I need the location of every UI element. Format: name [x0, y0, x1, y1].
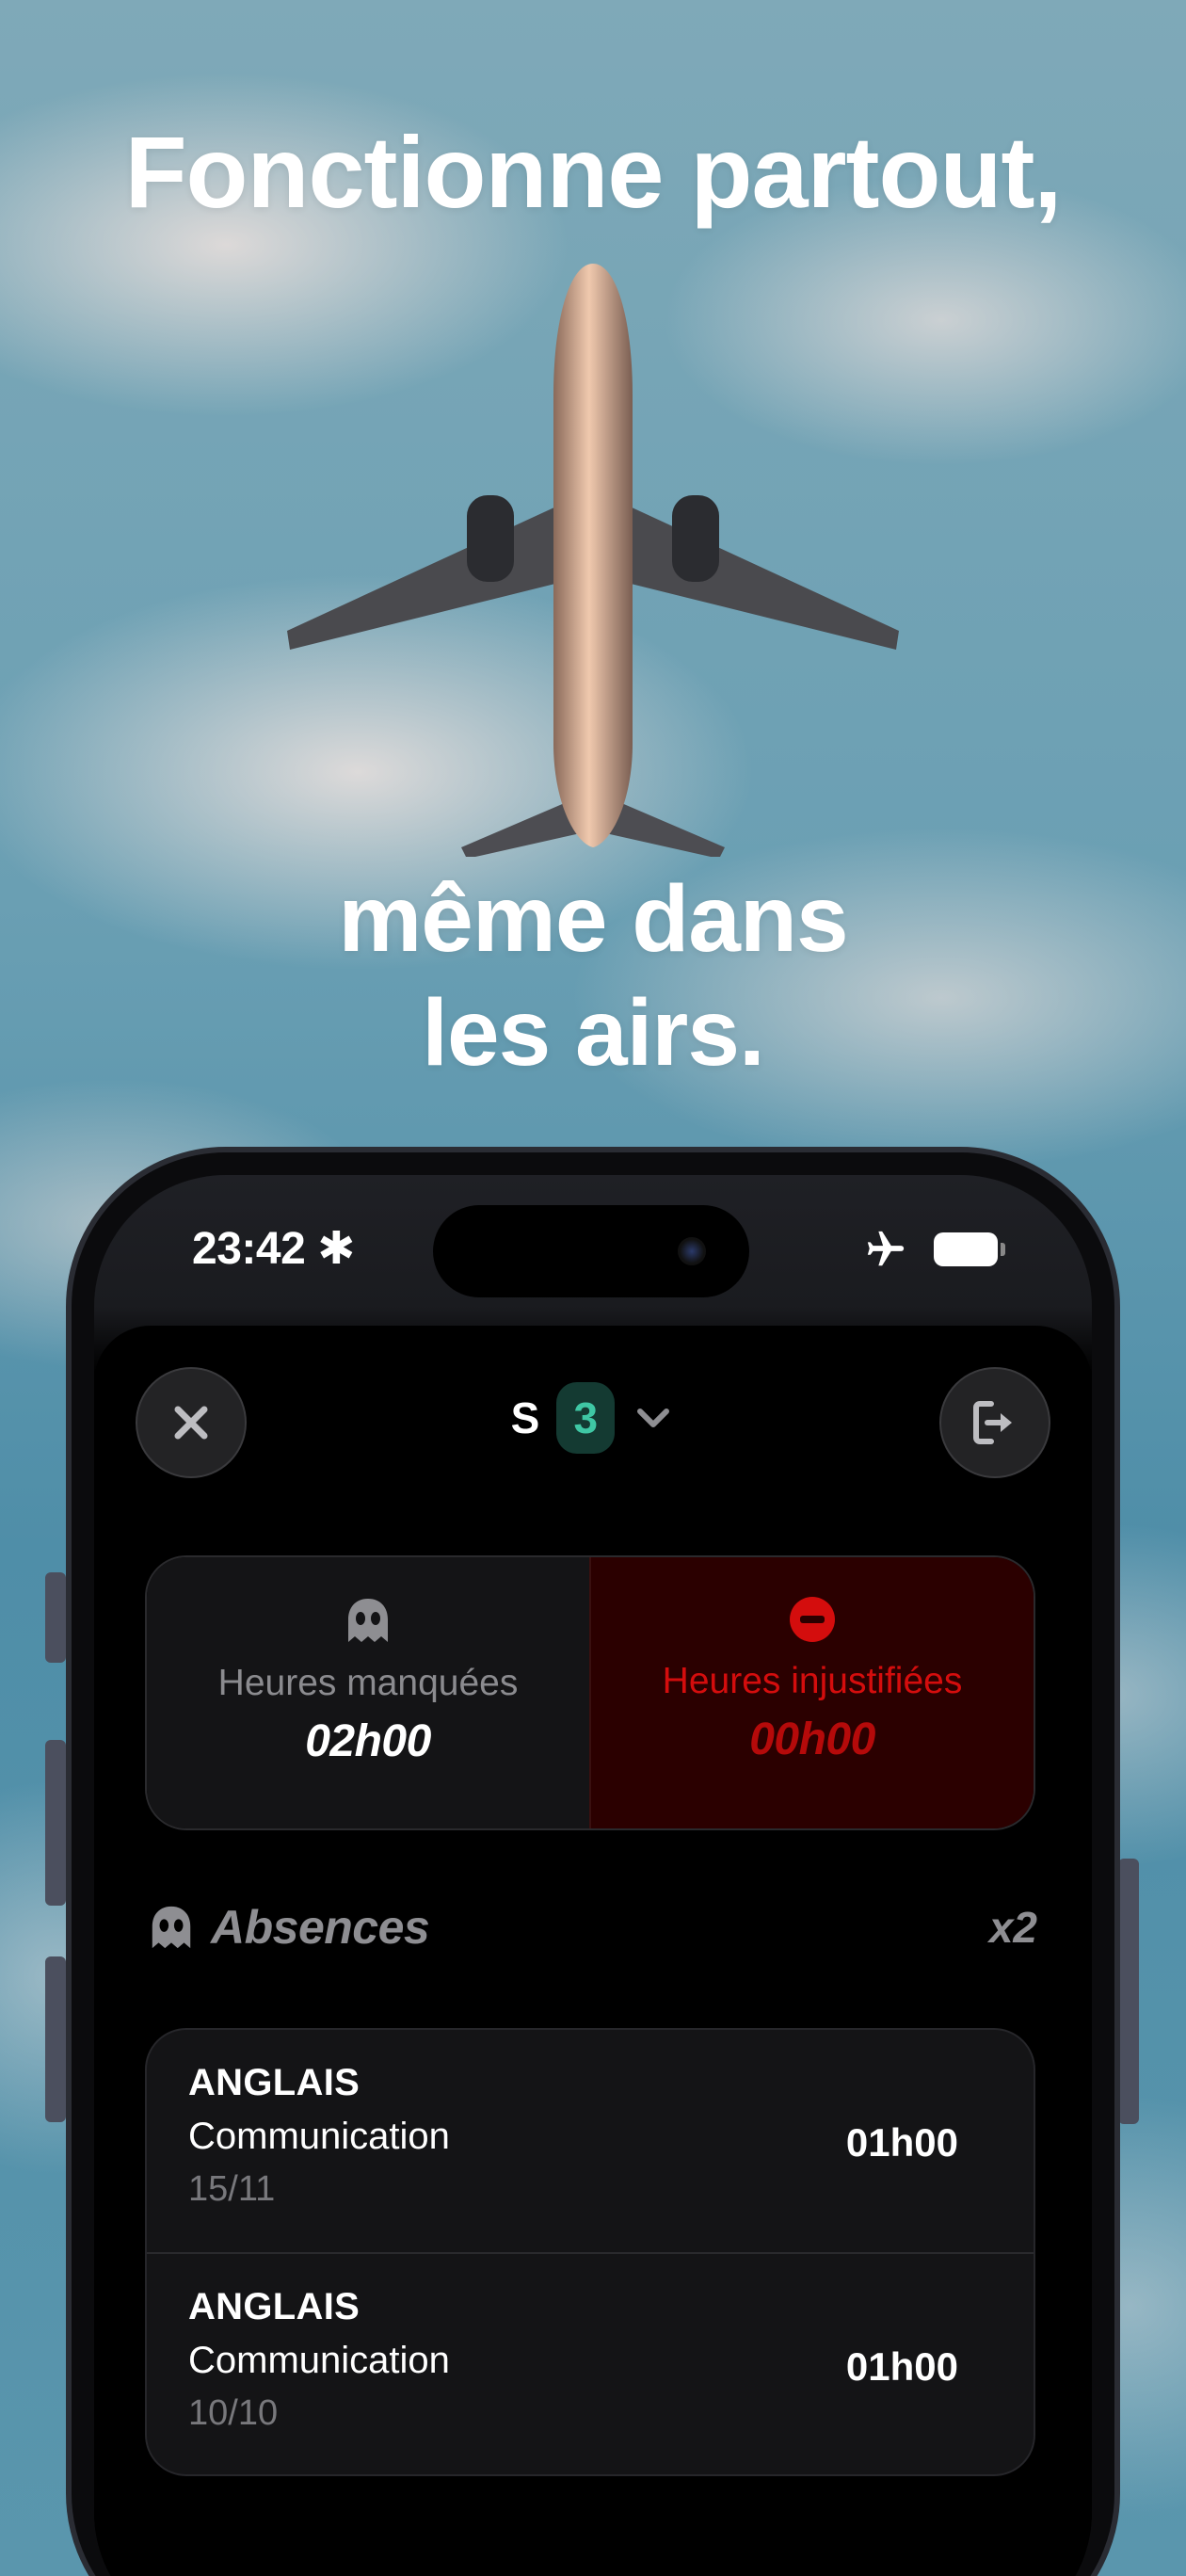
chevron-down-icon [637, 1409, 670, 1427]
semester-number: 3 [556, 1382, 616, 1454]
airplane-illustration [287, 264, 899, 857]
hours-summary: Heures manquées 02h00 Heures injustifiée… [145, 1555, 1035, 1830]
absence-duration: 01h00 [845, 2344, 958, 2389]
absences-app: S 3 Heures manquées 02h00 Heures injusti… [94, 1326, 1092, 2576]
phone-volume-up [45, 1740, 66, 1906]
absences-list: ANGLAIS Communication 15/11 01h00 ANGLAI… [145, 2028, 1035, 2476]
airplane-icon [867, 1231, 905, 1266]
ghost-icon [152, 1906, 191, 1949]
absence-date: 15/11 [188, 2169, 276, 2209]
status-icons [864, 1228, 1005, 1271]
absence-duration: 01h00 [845, 2120, 958, 2165]
list-item[interactable]: ANGLAIS Communication 10/10 01h00 [147, 2252, 1034, 2474]
absence-date: 10/10 [188, 2393, 279, 2433]
absences-title: Absences [211, 1901, 430, 1954]
status-time: 23:42 ✱ [192, 1224, 355, 1274]
semester-prefix: S [510, 1393, 540, 1442]
unjustified-hours-card: Heures injustifiées 00h00 [589, 1557, 1034, 1828]
headline-line-2: même dans [338, 866, 848, 972]
minus-circle-icon [790, 1597, 835, 1642]
absence-subject: ANGLAIS [188, 2286, 361, 2327]
logout-icon [973, 1401, 1012, 1444]
dynamic-island [433, 1205, 749, 1297]
absences-section-header: Absences x2 [147, 1900, 1037, 1955]
missed-hours-value: 02h00 [305, 1716, 431, 1766]
phone-volume-down [45, 1956, 66, 2122]
missed-hours-card: Heures manquées 02h00 [147, 1557, 589, 1828]
list-item[interactable]: ANGLAIS Communication 15/11 01h00 [147, 2030, 1034, 2252]
logout-button[interactable] [939, 1367, 1050, 1478]
ghost-icon [348, 1599, 388, 1642]
absence-subject: ANGLAIS [188, 2062, 361, 2103]
front-camera [678, 1237, 706, 1265]
phone-power-button [1118, 1859, 1139, 2124]
unjustified-hours-value: 00h00 [749, 1715, 875, 1764]
headline-line-3: les airs. [422, 980, 765, 1086]
headline-line-1: Fonctionne partout, [124, 115, 1063, 229]
missed-hours-label: Heures manquées [217, 1663, 519, 1703]
phone-screen: 23:42 ✱ S 3 Heures manquées 02h00 Heures… [94, 1175, 1092, 2576]
phone-silent-switch [45, 1572, 66, 1663]
absences-count: x2 [988, 1903, 1037, 1952]
battery-icon [934, 1232, 1005, 1266]
unjustified-hours-label: Heures injustifiées [662, 1661, 963, 1701]
